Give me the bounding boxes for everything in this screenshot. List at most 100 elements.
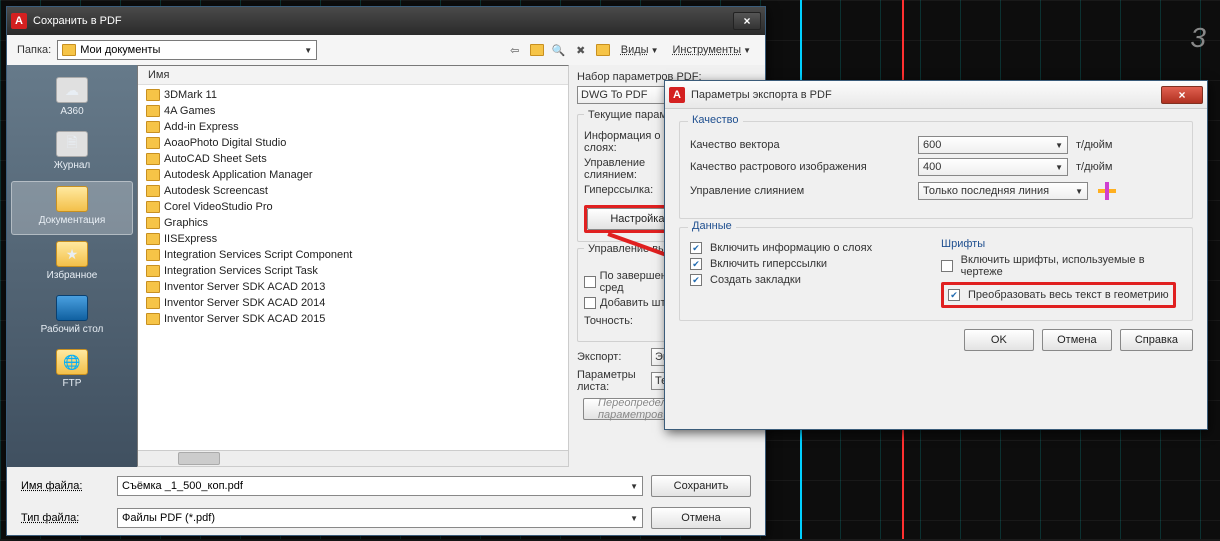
back-icon[interactable]: ⇦: [507, 42, 523, 58]
sidebar-ftp[interactable]: 🌐FTP: [11, 345, 133, 397]
folder-toolbar: Папка: Мои документы ▼ ⇦ 🔍 ✖ Виды ▼ Инст…: [7, 35, 765, 65]
views-menu[interactable]: Виды ▼: [617, 43, 663, 57]
folder-icon: [146, 185, 160, 197]
file-name: Autodesk Application Manager: [164, 169, 313, 181]
folder-icon: [146, 249, 160, 261]
save-button[interactable]: Сохранить: [651, 475, 751, 497]
titlebar[interactable]: A Сохранить в PDF ×: [7, 7, 765, 35]
folder-icon: [146, 313, 160, 325]
vector-quality-select[interactable]: 600▼: [918, 136, 1068, 154]
close-button[interactable]: ×: [1161, 86, 1203, 104]
list-item[interactable]: Autodesk Application Manager: [144, 167, 562, 183]
chevron-down-icon: ▼: [304, 46, 312, 55]
tools-menu[interactable]: Инструменты ▼: [668, 43, 755, 57]
list-item[interactable]: Inventor Server SDK ACAD 2014: [144, 295, 562, 311]
include-fonts-checkbox[interactable]: [941, 260, 953, 272]
list-item[interactable]: 3DMark 11: [144, 87, 562, 103]
save-pdf-dialog: A Сохранить в PDF × Папка: Мои документы…: [6, 6, 766, 536]
folder-icon: [146, 265, 160, 277]
search-icon[interactable]: 🔍: [551, 42, 567, 58]
file-list[interactable]: Имя 3DMark 11 4A Games Add-in Express AoaoP…: [137, 65, 569, 467]
folder-icon: [146, 89, 160, 101]
bottom-bar: Имя файла: Съёмка _1_500_коп.pdf▼ Сохран…: [7, 467, 765, 541]
merge-control-select[interactable]: Только последняя линия▼: [918, 182, 1088, 200]
filename-label: Имя файла:: [21, 480, 109, 492]
file-name: AutoCAD Sheet Sets: [164, 153, 267, 165]
folder-icon: [146, 217, 160, 229]
list-item[interactable]: Inventor Server SDK ACAD 2013: [144, 279, 562, 295]
file-name: IISExpress: [164, 233, 217, 245]
export-titlebar[interactable]: A Параметры экспорта в PDF ×: [665, 81, 1207, 109]
text-to-geometry-checkbox[interactable]: [948, 289, 960, 301]
list-item[interactable]: Integration Services Script Task: [144, 263, 562, 279]
file-name: Inventor Server SDK ACAD 2014: [164, 297, 325, 309]
horizontal-scrollbar[interactable]: [138, 450, 568, 466]
raster-quality-select[interactable]: 400▼: [918, 158, 1068, 176]
file-name: Graphics: [164, 217, 208, 229]
autocad-icon: A: [11, 13, 27, 29]
file-name: Integration Services Script Component: [164, 249, 352, 261]
filetype-select[interactable]: Файлы PDF (*.pdf)▼: [117, 508, 643, 528]
file-name: Inventor Server SDK ACAD 2013: [164, 281, 325, 293]
up-folder-icon[interactable]: [529, 42, 545, 58]
create-bookmarks-checkbox[interactable]: [690, 274, 702, 286]
sidebar-desktop[interactable]: Рабочий стол: [11, 291, 133, 343]
merge-icon: [1096, 180, 1118, 202]
folder-icon: [146, 105, 160, 117]
quality-group: Качество Качество вектора 600▼ т/дюйм Ка…: [679, 121, 1193, 219]
add-stamp-checkbox[interactable]: [584, 297, 596, 309]
list-item[interactable]: AoaoPhoto Digital Studio: [144, 135, 562, 151]
include-hyperlinks-checkbox[interactable]: [690, 258, 702, 270]
list-item[interactable]: AutoCAD Sheet Sets: [144, 151, 562, 167]
list-item[interactable]: Autodesk Screencast: [144, 183, 562, 199]
list-item[interactable]: IISExpress: [144, 231, 562, 247]
data-fonts-group: Данные Включить информацию о слоях Включ…: [679, 227, 1193, 321]
sidebar-history[interactable]: 🗎Журнал: [11, 127, 133, 179]
cancel-button[interactable]: Отмена: [1042, 329, 1112, 351]
file-name: Add-in Express: [164, 121, 239, 133]
pdf-export-params-dialog: A Параметры экспорта в PDF × Качество Ка…: [664, 80, 1208, 430]
folder-icon: [146, 297, 160, 309]
file-name: 3DMark 11: [164, 89, 217, 101]
ok-button[interactable]: OK: [964, 329, 1034, 351]
folder-value: Мои документы: [80, 44, 300, 56]
list-item[interactable]: Graphics: [144, 215, 562, 231]
close-button[interactable]: ×: [733, 12, 761, 30]
include-layers-checkbox[interactable]: [690, 242, 702, 254]
sidebar-documents[interactable]: Документация: [11, 181, 133, 235]
filetype-label: Тип файла:: [21, 512, 109, 524]
help-button[interactable]: Справка: [1120, 329, 1193, 351]
folder-select[interactable]: Мои документы ▼: [57, 40, 317, 60]
file-name: Autodesk Screencast: [164, 185, 268, 197]
list-item[interactable]: 4A Games: [144, 103, 562, 119]
export-title: Параметры экспорта в PDF: [691, 89, 832, 101]
folder-icon: [146, 169, 160, 181]
file-name: Integration Services Script Task: [164, 265, 318, 277]
list-item[interactable]: Inventor Server SDK ACAD 2015: [144, 311, 562, 327]
list-item[interactable]: Corel VideoStudio Pro: [144, 199, 562, 215]
new-folder-icon[interactable]: [595, 42, 611, 58]
folder-label: Папка:: [17, 44, 51, 56]
folder-icon: [62, 44, 76, 56]
folder-icon: [146, 153, 160, 165]
list-item[interactable]: Add-in Express: [144, 119, 562, 135]
file-name: 4A Games: [164, 105, 215, 117]
cancel-button[interactable]: Отмена: [651, 507, 751, 529]
autocad-icon: A: [669, 87, 685, 103]
places-sidebar: ☁A360 🗎Журнал Документация ★Избранное Ра…: [7, 65, 137, 467]
column-header-name[interactable]: Имя: [138, 66, 568, 85]
folder-icon: [146, 233, 160, 245]
file-name: AoaoPhoto Digital Studio: [164, 137, 286, 149]
sidebar-a360[interactable]: ☁A360: [11, 73, 133, 125]
fonts-label: Шрифты: [941, 238, 1182, 250]
folder-icon: [146, 137, 160, 149]
file-name: Inventor Server SDK ACAD 2015: [164, 313, 325, 325]
delete-icon[interactable]: ✖: [573, 42, 589, 58]
folder-icon: [146, 281, 160, 293]
sidebar-favorites[interactable]: ★Избранное: [11, 237, 133, 289]
folder-icon: [146, 201, 160, 213]
filename-input[interactable]: Съёмка _1_500_коп.pdf▼: [117, 476, 643, 496]
open-after-checkbox[interactable]: [584, 276, 596, 288]
list-item[interactable]: Integration Services Script Component: [144, 247, 562, 263]
file-name: Corel VideoStudio Pro: [164, 201, 273, 213]
